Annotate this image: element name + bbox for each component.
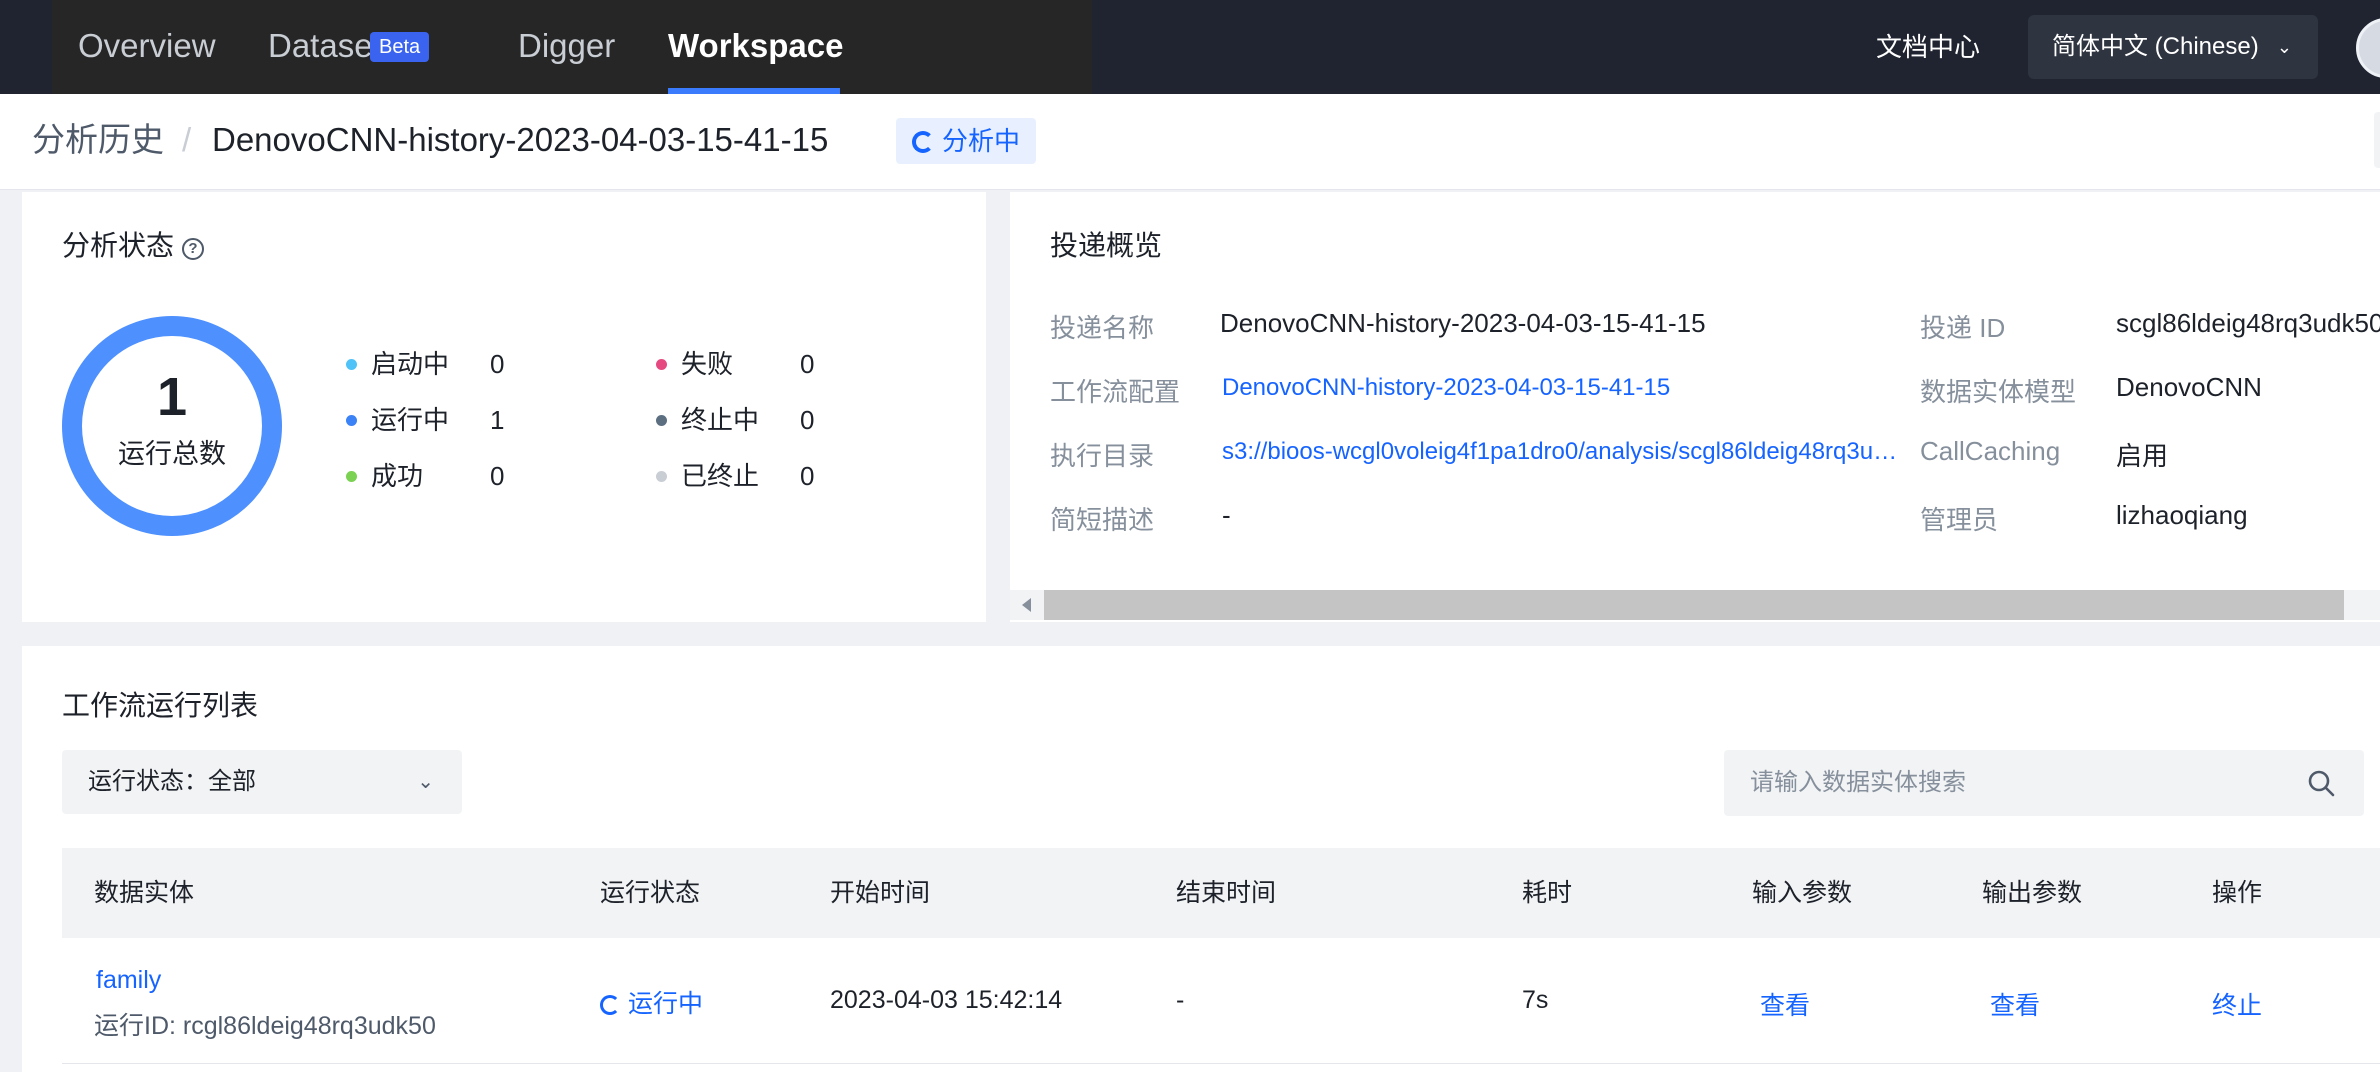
callcaching-value: 启用: [2116, 441, 2169, 471]
column-header: 数据实体: [94, 879, 195, 907]
header-action-button[interactable]: [2374, 112, 2380, 168]
delivery-id-label: 投递 ID: [1920, 313, 2006, 343]
status-dot-icon: [346, 359, 357, 370]
column-header: 耗时: [1522, 879, 1573, 907]
stat-label: 运行中: [371, 405, 450, 435]
description-value: -: [1222, 500, 1231, 530]
delivery-name-label: 投递名称: [1050, 313, 1155, 343]
table-header: 数据实体 运行状态 开始时间 结束时间 耗时 输入参数 输出参数 操作: [62, 848, 2380, 938]
run-status-filter[interactable]: 运行状态：全部 ⌄: [62, 750, 462, 814]
column-header: 输出参数: [1982, 879, 2083, 907]
breadcrumb-separator: /: [182, 121, 192, 158]
loading-spinner-icon: [912, 131, 934, 153]
delivery-overview-title: 投递概览: [1050, 230, 1163, 261]
delivery-id-value: scgl86ldeig48rq3udk50: [2116, 308, 2380, 338]
chevron-down-icon: ⌄: [417, 771, 434, 793]
stat-running: 运行中 1: [346, 400, 504, 440]
run-status-filter-value: 运行状态：全部: [88, 768, 256, 795]
total-run-count: 1: [156, 367, 188, 427]
status-dot-icon: [346, 471, 357, 482]
terminate-link[interactable]: 终止: [2212, 986, 2262, 1022]
nav-menu: Overview Datasets Beta Digger Workspace: [52, 0, 1092, 94]
description-label: 简短描述: [1050, 505, 1155, 535]
breadcrumb: 分析历史 / DenovoCNN-history-2023-04-03-15-4…: [0, 94, 2380, 190]
scrollbar-thumb[interactable]: [1044, 590, 2344, 620]
stat-label: 成功: [371, 461, 424, 491]
run-status-label: 运行中: [628, 990, 704, 1018]
stat-stopping: 终止中 0: [656, 400, 814, 440]
start-time: 2023-04-03 15:42:14: [830, 986, 1063, 1014]
chevron-down-icon: ⌄: [2276, 37, 2292, 57]
stat-count: 0: [800, 405, 815, 435]
exec-dir-link[interactable]: s3://bioos-wcgl0voleig4f1pa1dro0/analysi…: [1222, 438, 1908, 466]
run-list-title: 工作流运行列表: [62, 690, 259, 721]
column-header: 操作: [2212, 879, 2263, 907]
stat-count: 0: [800, 461, 815, 491]
run-id: 运行ID: rcgl86ldeig48rq3udk50: [94, 1012, 436, 1040]
page-title: DenovoCNN-history-2023-04-03-15-41-15: [212, 121, 829, 158]
stat-success: 成功 0: [346, 456, 504, 496]
duration: 7s: [1522, 986, 1549, 1014]
delivery-overview-card: [1010, 192, 2380, 622]
total-run-label: 运行总数: [118, 439, 226, 469]
nav-workspace[interactable]: Workspace: [668, 0, 843, 94]
status-dot-icon: [346, 415, 357, 426]
horizontal-scrollbar[interactable]: [1010, 590, 2380, 620]
callcaching-label: CallCaching: [1920, 436, 2061, 466]
avatar[interactable]: [2356, 18, 2380, 78]
column-header: 输入参数: [1752, 879, 1853, 907]
status-dot-icon: [656, 359, 667, 370]
column-header: 开始时间: [830, 879, 931, 907]
stat-count: 0: [800, 349, 815, 379]
table-row: family 运行ID: rcgl86ldeig48rq3udk50 运行中 2…: [62, 938, 2380, 1064]
column-header: 运行状态: [600, 879, 701, 907]
entity-model-value: DenovoCNN: [2116, 372, 2262, 402]
status-badge-label: 分析中: [942, 126, 1021, 156]
breadcrumb-analysis-history[interactable]: 分析历史: [32, 94, 164, 186]
search-icon[interactable]: [2306, 768, 2336, 798]
analysis-status-title: 分析状态?: [62, 224, 205, 264]
status-dot-icon: [656, 471, 667, 482]
doc-center-link[interactable]: 文档中心: [1876, 0, 1980, 94]
status-badge: 分析中: [896, 118, 1037, 164]
entity-search-input[interactable]: [1724, 750, 2364, 816]
end-time: -: [1176, 986, 1185, 1014]
analysis-status-title-text: 分析状态: [62, 230, 175, 261]
exec-dir-label: 执行目录: [1050, 441, 1155, 471]
workflow-config-label: 工作流配置: [1050, 377, 1181, 407]
stat-count: 0: [490, 461, 505, 491]
beta-badge: Beta: [370, 32, 430, 62]
stat-failed: 失败 0: [656, 344, 814, 384]
language-select-value: 简体中文 (Chinese): [2052, 33, 2259, 60]
stat-label: 终止中: [681, 405, 760, 435]
run-status: 运行中: [600, 984, 703, 1020]
nav-digger[interactable]: Digger: [518, 0, 615, 94]
top-navbar: Overview Datasets Beta Digger Workspace …: [0, 0, 2380, 94]
workflow-config-link[interactable]: DenovoCNN-history-2023-04-03-15-41-15: [1222, 374, 1670, 402]
scroll-left-arrow-icon[interactable]: [1022, 598, 1031, 612]
delivery-name-value: DenovoCNN-history-2023-04-03-15-41-15: [1220, 308, 1706, 338]
admin-value: lizhaoqiang: [2116, 500, 2248, 530]
nav-overview[interactable]: Overview: [78, 0, 216, 94]
admin-label: 管理员: [1920, 505, 1999, 535]
entity-model-label: 数据实体模型: [1920, 377, 2077, 407]
stat-label: 启动中: [371, 349, 450, 379]
loading-spinner-icon: [600, 995, 620, 1015]
column-header: 结束时间: [1176, 879, 1277, 907]
view-input-link[interactable]: 查看: [1760, 986, 1810, 1022]
stat-count: 0: [490, 349, 505, 379]
stat-starting: 启动中 0: [346, 344, 504, 384]
stat-stopped: 已终止 0: [656, 456, 814, 496]
help-icon[interactable]: ?: [182, 238, 205, 260]
stat-label: 失败: [681, 349, 734, 379]
view-output-link[interactable]: 查看: [1990, 986, 2040, 1022]
status-dot-icon: [656, 415, 667, 426]
language-select[interactable]: 简体中文 (Chinese) ⌄: [2028, 15, 2318, 79]
stat-label: 已终止: [681, 461, 760, 491]
entity-link[interactable]: family: [96, 966, 161, 995]
stat-count: 1: [490, 405, 505, 435]
